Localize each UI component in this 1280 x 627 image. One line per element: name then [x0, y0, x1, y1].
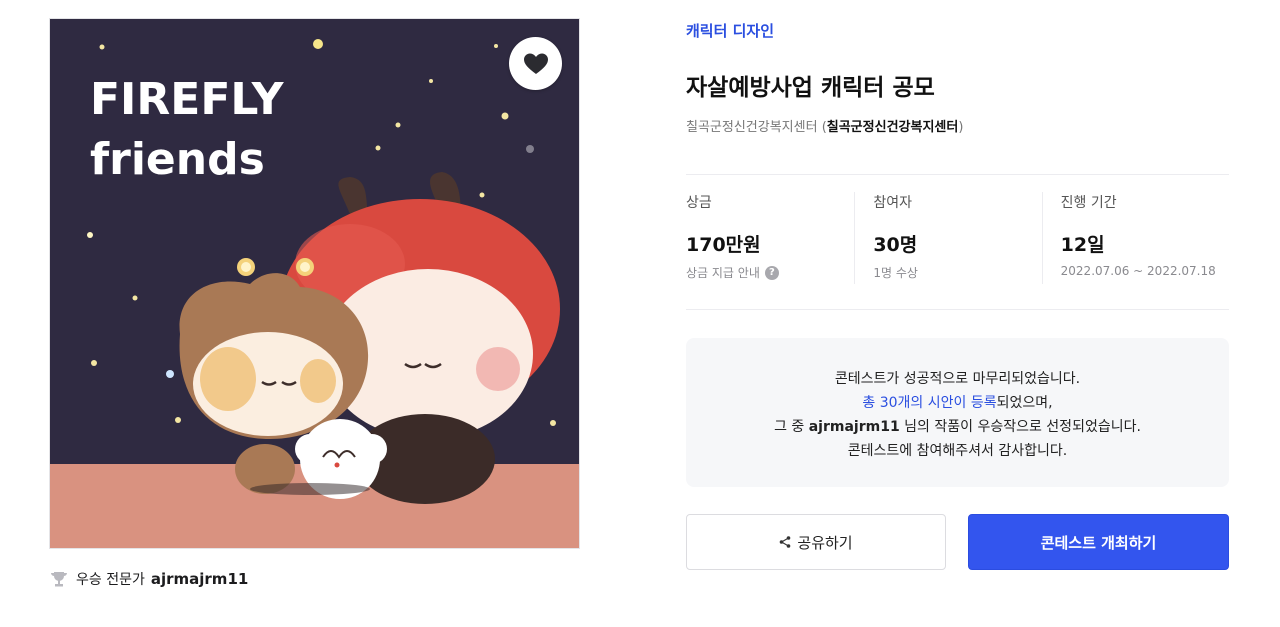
stat-duration-sub: 2022.07.06 ~ 2022.07.18	[1060, 264, 1216, 278]
stat-prize-value: 170만원	[686, 234, 761, 256]
stat-duration: 진행 기간 12일 2022.07.06 ~ 2022.07.18	[1041, 192, 1229, 284]
help-icon[interactable]: ?	[764, 265, 779, 280]
contest-result-notice: 콘테스트가 성공적으로 마무리되었습니다. 총 30개의 시안이 등록되었으며,…	[686, 338, 1229, 487]
organizer-prefix: 칠곡군정신건강복지센터 (	[686, 120, 827, 135]
stat-duration-value: 12일	[1060, 234, 1105, 256]
notice-line1: 콘테스트가 성공적으로 마무리되었습니다.	[834, 371, 1081, 387]
favorite-button[interactable]	[509, 37, 562, 90]
artwork-illustration: FIREFLY friends	[50, 19, 579, 548]
host-contest-label: 콘테스트 개최하기	[1040, 533, 1157, 552]
organizer-name[interactable]: 칠곡군정신건강복지센터	[827, 120, 959, 135]
contest-stats: 상금 170만원 상금 지급 안내 ? 참여자 30명 1명 수상 진행 기간 …	[686, 192, 1229, 284]
notice-line2: 총 30개의 시안이 등록되었으며,	[686, 391, 1229, 415]
organizer-suffix: )	[958, 120, 964, 135]
category-label[interactable]: 캐릭터 디자인	[686, 20, 774, 41]
stat-prize-caption: 상금	[686, 195, 712, 211]
host-contest-button[interactable]: 콘테스트 개최하기	[968, 514, 1229, 570]
notice-line2-rest: 되었으며,	[996, 395, 1053, 411]
stat-prize-sub: 상금 지급 안내	[686, 266, 760, 280]
share-button[interactable]: 공유하기	[686, 514, 946, 570]
stat-participants: 참여자 30명 1명 수상	[854, 192, 1041, 284]
logo-line2: friends	[90, 134, 265, 185]
notice-line3-pre: 그 중	[774, 419, 809, 435]
notice-line4: 콘테스트에 참여해주셔서 감사합니다.	[847, 443, 1068, 459]
winner-info: 우승 전문가 ajrmajrm11	[50, 568, 248, 590]
heart-icon	[523, 53, 548, 74]
notice-line3: 그 중 ajrmajrm11 님의 작품이 우승작으로 선정되었습니다.	[686, 415, 1229, 439]
trophy-icon	[51, 572, 67, 587]
contest-title: 자살예방사업 캐릭터 공모	[686, 75, 935, 101]
prize-payment-info[interactable]: 상금 지급 안내 ?	[686, 264, 854, 281]
contest-artwork[interactable]: FIREFLY friends	[49, 18, 580, 549]
divider-bottom	[686, 309, 1229, 310]
organizer: 칠곡군정신건강복지센터 (칠곡군정신건강복지센터)	[686, 116, 963, 135]
notice-winner-name: ajrmajrm11	[808, 419, 900, 435]
stat-prize: 상금 170만원 상금 지급 안내 ?	[686, 192, 854, 284]
stat-participants-caption: 참여자	[873, 195, 912, 211]
stat-participants-sub: 1명 수상	[873, 266, 918, 280]
winner-label: 우승 전문가	[76, 572, 145, 588]
stat-participants-value: 30명	[873, 234, 918, 256]
winner-name[interactable]: ajrmajrm11	[151, 570, 248, 588]
notice-line3-post: 님의 작품이 우승작으로 선정되었습니다.	[899, 419, 1141, 435]
divider-top	[686, 174, 1229, 175]
logo-line1: FIREFLY	[90, 74, 285, 125]
submissions-link[interactable]: 총 30개의 시안이 등록	[862, 395, 996, 411]
stat-duration-caption: 진행 기간	[1060, 195, 1117, 211]
share-icon	[780, 536, 791, 548]
share-button-label: 공유하기	[797, 533, 853, 552]
